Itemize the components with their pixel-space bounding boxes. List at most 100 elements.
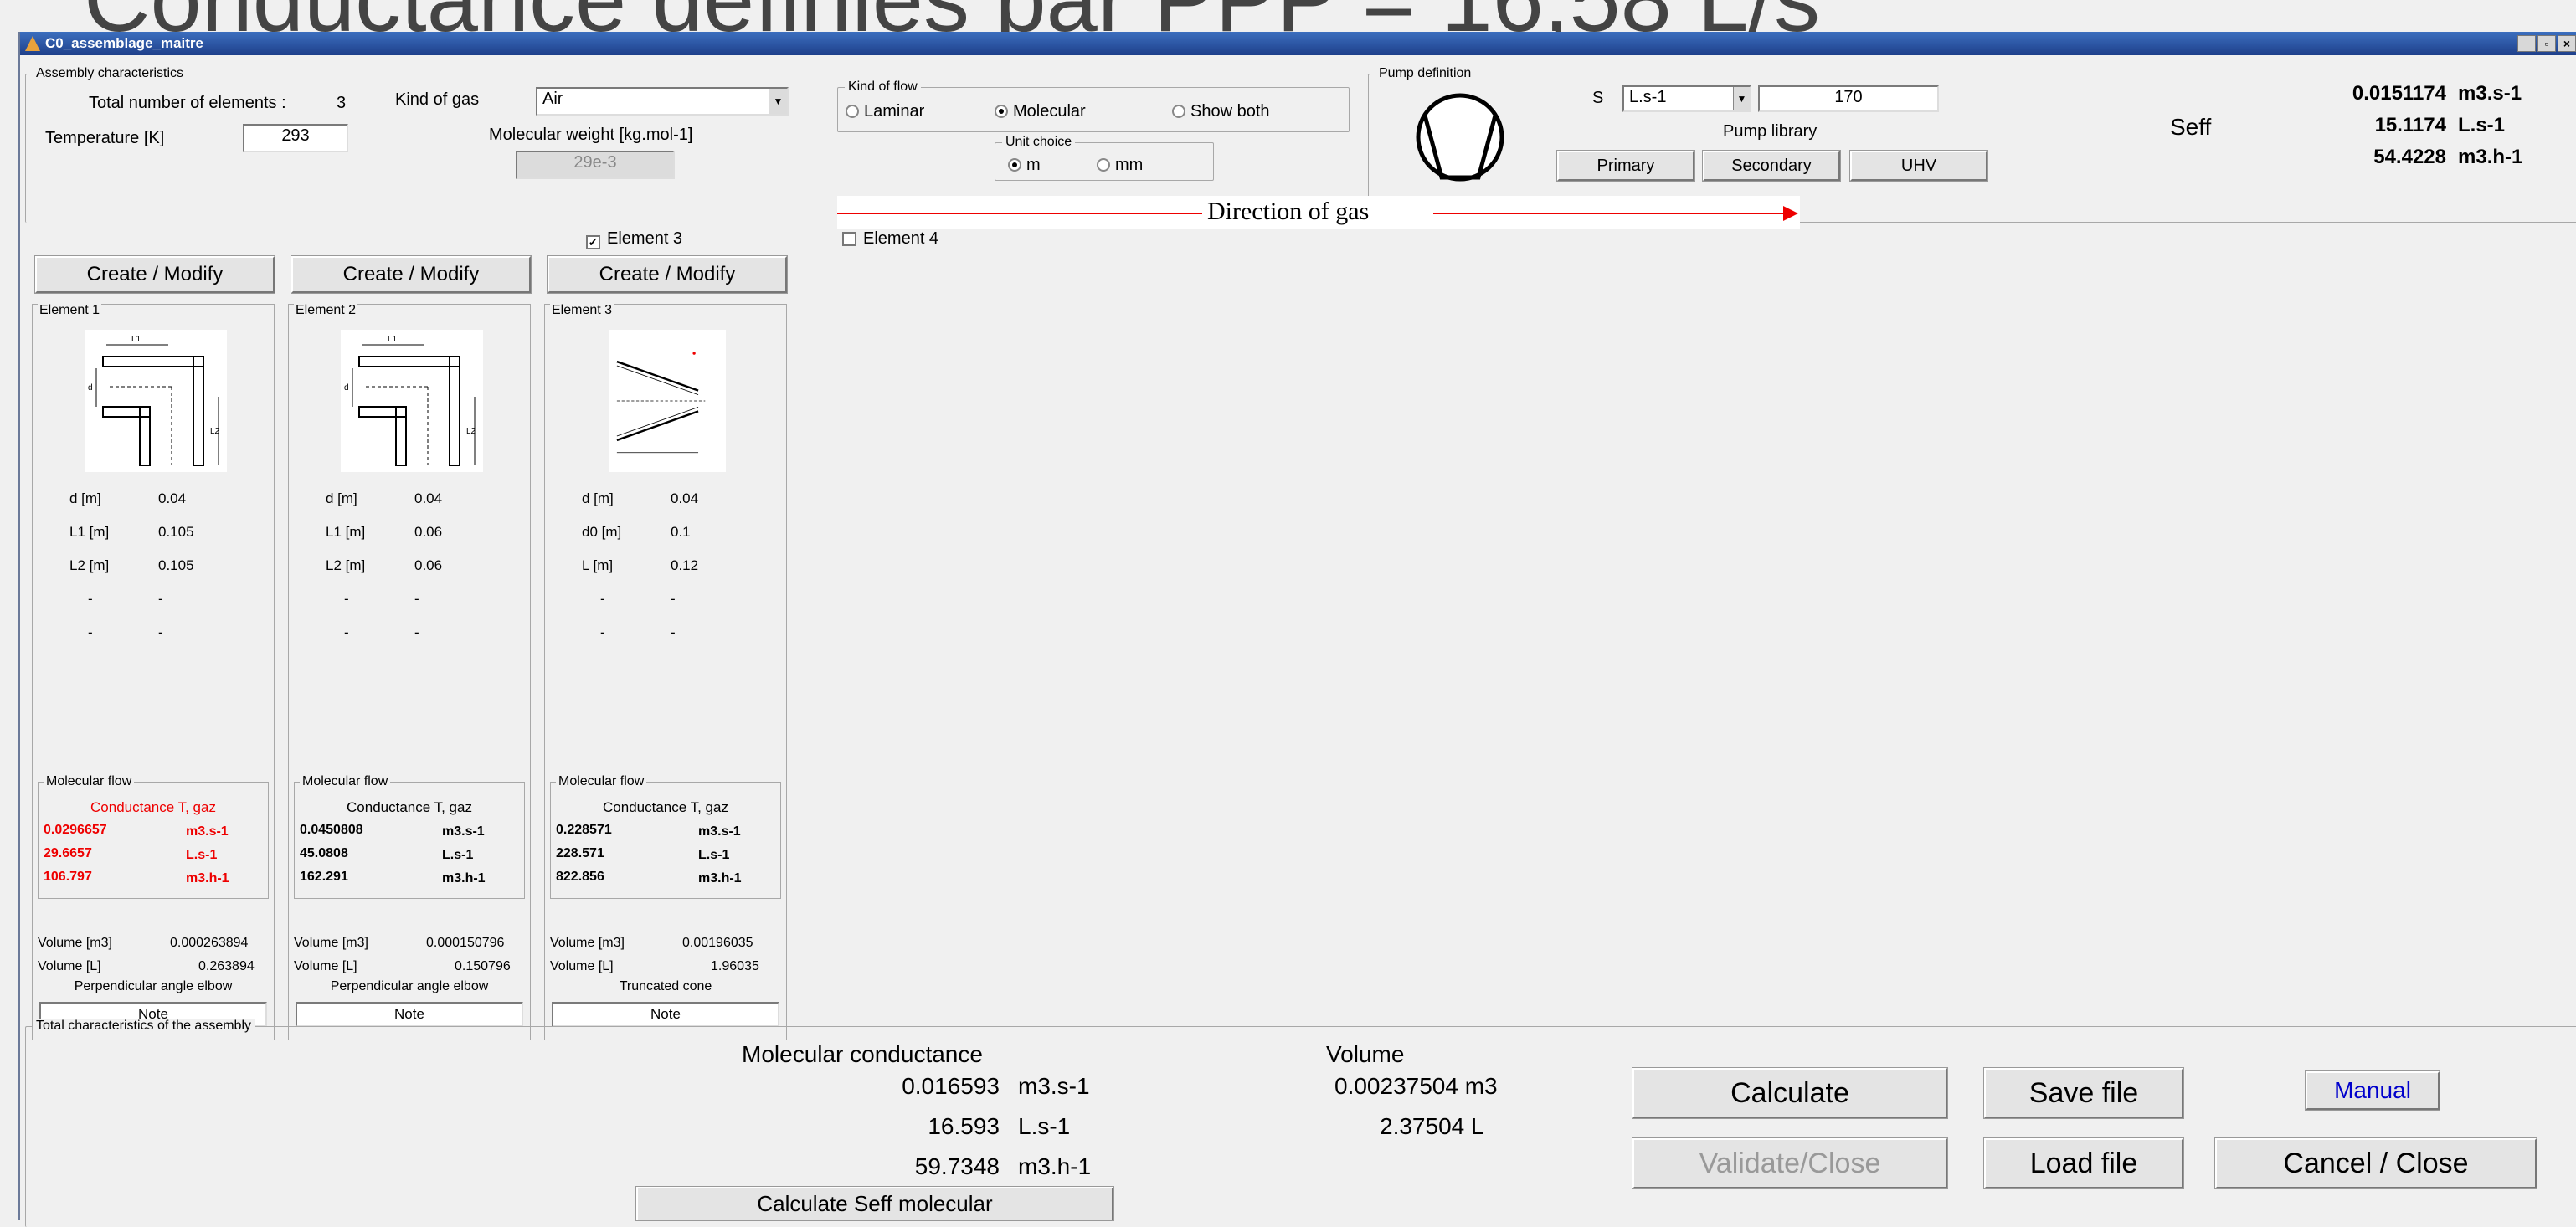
flow-legend: Kind of flow: [845, 80, 921, 95]
gas-direction-banner: Direction of gas: [837, 196, 1800, 229]
conductance-value: 228.571: [556, 846, 604, 860]
element4-checkbox[interactable]: Element 4: [842, 229, 938, 249]
calculate-seff-button[interactable]: Calculate Seff molecular: [635, 1186, 1114, 1221]
elbow-diagram-icon: L1 L2 d: [85, 330, 227, 472]
pump-speed-input[interactable]: 170: [1758, 85, 1939, 112]
radio-unit-mm-icon: [1097, 158, 1110, 172]
maximize-button[interactable]: ▫: [2537, 35, 2556, 52]
title-bar: C0_assemblage_maitre _ ▫ ×: [20, 32, 2576, 55]
chevron-down-icon[interactable]: ▼: [769, 89, 787, 114]
molecular-weight-label: Molecular weight [kg.mol-1]: [489, 126, 693, 144]
seff-unit: m3.h-1: [2458, 146, 2523, 168]
element-type-label: Perpendicular angle elbow: [330, 979, 489, 993]
volume-m3-value: 0.000263894: [170, 936, 249, 950]
element3-checkbox[interactable]: ✓ Element 3: [586, 229, 682, 249]
element3-checkbox-label: Element 3: [607, 229, 683, 248]
chevron-down-icon[interactable]: ▼: [1733, 87, 1750, 110]
radio-molecular[interactable]: Molecular: [995, 102, 1086, 121]
param-label: -: [600, 624, 605, 640]
param-label: -: [600, 591, 605, 607]
molecular-flow-box: Molecular flow Conductance T, gaz 0.0296…: [38, 774, 269, 899]
conductance-value: 162.291: [300, 870, 348, 884]
seff-label: Seff: [2170, 114, 2212, 140]
svg-text:L2: L2: [210, 427, 220, 436]
calculate-button[interactable]: Calculate: [1632, 1067, 1948, 1119]
radio-show-both[interactable]: Show both: [1172, 102, 1270, 121]
radio-laminar-label: Laminar: [864, 102, 925, 121]
total-volume-l: 2.37504 L: [1380, 1113, 1484, 1139]
svg-text:L1: L1: [388, 335, 398, 344]
note-field[interactable]: Note: [296, 1002, 523, 1027]
manual-button[interactable]: Manual: [2305, 1070, 2440, 1111]
close-button[interactable]: ×: [2558, 35, 2576, 52]
pump-unit-select[interactable]: L.s-1 ▼: [1622, 85, 1751, 112]
secondary-pump-button[interactable]: Secondary: [1702, 150, 1841, 182]
param-label: L1 [m]: [69, 524, 110, 540]
unit-legend: Unit choice: [1002, 135, 1076, 150]
primary-pump-button[interactable]: Primary: [1556, 150, 1695, 182]
param-value: -: [158, 624, 163, 640]
uhv-pump-button[interactable]: UHV: [1849, 150, 1988, 182]
total-conductance-value: 59.7348: [914, 1153, 1000, 1179]
total-conductance-unit: m3.h-1: [1018, 1153, 1092, 1179]
molecular-flow-box: Molecular flow Conductance T, gaz 0.0450…: [294, 774, 525, 899]
conductance-title: Conductance T, gaz: [347, 799, 472, 815]
pump-symbol-icon: [1416, 93, 1504, 182]
param-value: -: [414, 624, 419, 640]
element-panel-2: Element 2 L1 L2 d d [m] 0.04 L1 [m] 0.06 L…: [288, 303, 531, 1040]
seff-unit: L.s-1: [2458, 114, 2506, 136]
molecular-flow-legend: Molecular flow: [44, 774, 135, 789]
param-value: 0.04: [158, 490, 187, 506]
elbow-diagram-icon: L1 L2 d: [341, 330, 483, 472]
element-title: Element 1: [38, 303, 102, 318]
minimize-button[interactable]: _: [2517, 35, 2536, 52]
temperature-input[interactable]: 293: [243, 124, 348, 152]
molecular-flow-legend: Molecular flow: [300, 774, 391, 789]
cancel-close-button[interactable]: Cancel / Close: [2214, 1137, 2537, 1189]
param-value: 0.04: [414, 490, 443, 506]
element-title: Element 2: [294, 303, 358, 318]
conductance-unit: m3.h-1: [186, 871, 229, 886]
param-value: 0.12: [671, 557, 699, 573]
radio-unit-mm[interactable]: mm: [1097, 156, 1143, 175]
volume-m3-value: 0.00196035: [682, 936, 753, 950]
load-file-button[interactable]: Load file: [1983, 1137, 2184, 1189]
pump-speed-label: S: [1592, 89, 1604, 107]
seff-value: 54.4228: [2373, 146, 2446, 168]
molecular-conductance-title: Molecular conductance: [742, 1041, 983, 1067]
validate-close-button: Validate/Close: [1632, 1137, 1948, 1189]
svg-text:L1: L1: [131, 335, 141, 344]
radio-unit-m[interactable]: m: [1008, 156, 1041, 175]
volume-l-label: Volume [L]: [550, 959, 614, 973]
total-elements-value: 3: [337, 94, 347, 112]
create-modify-element2-button[interactable]: Create / Modify: [291, 255, 532, 294]
total-legend: Total characteristics of the assembly: [33, 1019, 255, 1034]
checkbox-empty-icon: [842, 232, 856, 246]
assembly-legend: Assembly characteristics: [33, 66, 188, 81]
param-value: 0.1: [671, 524, 691, 540]
volume-title: Volume: [1326, 1041, 1405, 1067]
seff-row: 15.1174 L.s-1: [2280, 114, 2565, 146]
seff-value: 0.0151174: [2352, 82, 2446, 105]
truncated-cone-diagram-icon: [609, 330, 726, 472]
conductance-unit: m3.h-1: [442, 871, 486, 886]
gas-kind-select[interactable]: Air ▼: [536, 87, 789, 116]
save-file-button[interactable]: Save file: [1983, 1067, 2184, 1119]
note-field[interactable]: Note: [552, 1002, 779, 1027]
conductance-title: Conductance T, gaz: [603, 799, 728, 815]
seff-row: 0.0151174 m3.s-1: [2280, 82, 2565, 114]
seff-value: 15.1174: [2374, 114, 2446, 136]
param-value: -: [158, 591, 163, 607]
conductance-unit: L.s-1: [186, 848, 218, 862]
volume-l-label: Volume [L]: [38, 959, 101, 973]
create-modify-element1-button[interactable]: Create / Modify: [34, 255, 275, 294]
direction-line-left: [837, 213, 1202, 214]
param-label: L2 [m]: [69, 557, 110, 573]
seff-row: 54.4228 m3.h-1: [2280, 146, 2565, 177]
conductance-value: 0.0450808: [300, 823, 363, 837]
radio-laminar[interactable]: Laminar: [846, 102, 924, 121]
svg-text:d: d: [344, 383, 349, 393]
create-modify-element3-button[interactable]: Create / Modify: [547, 255, 788, 294]
radio-show-both-icon: [1172, 105, 1185, 118]
molecular-weight-input: 29e-3: [516, 151, 675, 179]
